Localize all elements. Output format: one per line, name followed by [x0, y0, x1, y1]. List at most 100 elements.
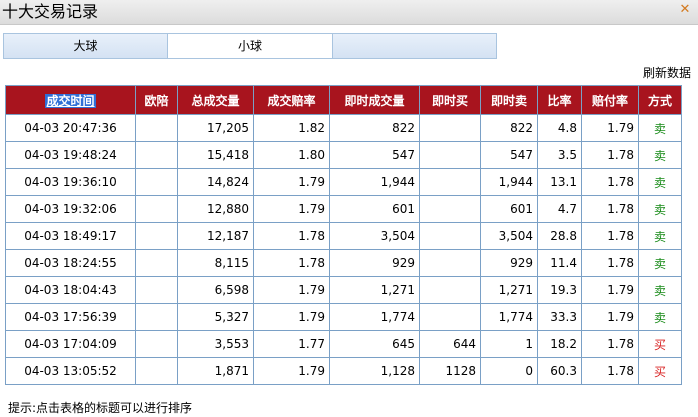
table-row: 04-03 19:32:06 12,880 1.79 601 601 4.7 1.78 卖: [5, 195, 682, 223]
cell-total: 6,598: [177, 276, 254, 304]
table-row: 04-03 17:56:39 5,327 1.79 1,774 1,774 33.3 1.7…: [5, 303, 682, 331]
cell-ratio: 28.8: [537, 222, 582, 250]
cell-payout: 1.78: [581, 222, 639, 250]
cell-total: 17,205: [177, 114, 254, 142]
cell-buy: [419, 141, 481, 169]
cell-time: 04-03 19:32:06: [5, 195, 136, 223]
column-header[interactable]: 欧陪: [135, 85, 178, 115]
cell-buy: [419, 249, 481, 277]
cell-odds: [135, 141, 178, 169]
cell-total: 8,115: [177, 249, 254, 277]
cell-way: 买: [638, 357, 682, 385]
window-title: 十大交易记录: [2, 2, 99, 21]
cell-payout: 1.78: [581, 141, 639, 169]
column-header[interactable]: 方式: [638, 85, 682, 115]
refresh-link[interactable]: 刷新数据: [643, 64, 691, 81]
cell-way: 卖: [638, 303, 682, 331]
column-header-label: 即时买: [431, 93, 468, 108]
title-bar: 十大交易记录 ✕: [0, 0, 698, 25]
cell-sell: 0: [480, 357, 538, 385]
column-header-label: 即时成交量: [344, 93, 405, 108]
cell-way: 卖: [638, 195, 682, 223]
column-header-label: 成交赔率: [267, 93, 316, 108]
column-header-label: 即时卖: [490, 93, 527, 108]
column-header-label: 方式: [647, 93, 672, 108]
cell-total: 12,187: [177, 222, 254, 250]
cell-way: 卖: [638, 249, 682, 277]
tab-over[interactable]: 大球: [4, 34, 168, 58]
cell-time: 04-03 18:49:17: [5, 222, 136, 250]
cell-ratio: 4.8: [537, 114, 582, 142]
cell-rate: 1.82: [253, 114, 330, 142]
column-header[interactable]: 总成交量: [177, 85, 254, 115]
column-header[interactable]: 即时卖: [480, 85, 538, 115]
column-header[interactable]: 即时买: [419, 85, 481, 115]
column-header[interactable]: 成交时间: [5, 85, 136, 115]
cell-instant: 601: [329, 195, 420, 223]
cell-ratio: 4.7: [537, 195, 582, 223]
tab-empty[interactable]: [333, 34, 496, 58]
cell-payout: 1.79: [581, 303, 639, 331]
cell-time: 04-03 19:36:10: [5, 168, 136, 196]
cell-total: 3,553: [177, 330, 254, 358]
column-header-label: 比率: [547, 93, 572, 108]
table-row: 04-03 13:05:52 1,871 1.79 1,128 1128 0 60.3 1.7…: [5, 357, 682, 385]
cell-odds: [135, 357, 178, 385]
cell-ratio: 33.3: [537, 303, 582, 331]
cell-sell: 547: [480, 141, 538, 169]
cell-sell: 822: [480, 114, 538, 142]
cell-rate: 1.79: [253, 195, 330, 223]
column-header-label: 赔付率: [591, 93, 628, 108]
cell-time: 04-03 19:48:24: [5, 141, 136, 169]
cell-instant: 1,271: [329, 276, 420, 304]
cell-ratio: 11.4: [537, 249, 582, 277]
cell-ratio: 60.3: [537, 357, 582, 385]
cell-way: 卖: [638, 222, 682, 250]
cell-rate: 1.80: [253, 141, 330, 169]
cell-odds: [135, 114, 178, 142]
cell-payout: 1.78: [581, 168, 639, 196]
table-row: 04-03 19:36:10 14,824 1.79 1,944 1,944 13.1 1.…: [5, 168, 682, 196]
cell-buy: [419, 195, 481, 223]
cell-instant: 929: [329, 249, 420, 277]
cell-instant: 645: [329, 330, 420, 358]
column-header[interactable]: 赔付率: [581, 85, 639, 115]
cell-buy: [419, 303, 481, 331]
cell-payout: 1.79: [581, 276, 639, 304]
table-row: 04-03 18:24:55 8,115 1.78 929 929 11.4 1.78 卖: [5, 249, 682, 277]
cell-instant: 1,774: [329, 303, 420, 331]
table-row: 04-03 18:49:17 12,187 1.78 3,504 3,504 28.8 1.…: [5, 222, 682, 250]
table-row: 04-03 19:48:24 15,418 1.80 547 547 3.5 1.78 卖: [5, 141, 682, 169]
hint-text: 提示:点击表格的标题可以进行排序: [8, 401, 193, 415]
column-header[interactable]: 比率: [537, 85, 582, 115]
tab-under[interactable]: 小球: [168, 34, 333, 58]
cell-buy: [419, 168, 481, 196]
close-icon[interactable]: ✕: [678, 3, 692, 17]
cell-buy: [419, 276, 481, 304]
cell-buy: [419, 114, 481, 142]
cell-buy: 1128: [419, 357, 481, 385]
tab-bar: 大球 小球: [3, 33, 497, 59]
cell-way: 卖: [638, 141, 682, 169]
cell-time: 04-03 18:04:43: [5, 276, 136, 304]
cell-odds: [135, 168, 178, 196]
cell-rate: 1.79: [253, 357, 330, 385]
cell-time: 04-03 18:24:55: [5, 249, 136, 277]
column-header-label: 欧陪: [144, 93, 169, 108]
cell-instant: 1,128: [329, 357, 420, 385]
cell-odds: [135, 222, 178, 250]
cell-sell: 929: [480, 249, 538, 277]
cell-buy: [419, 222, 481, 250]
column-header[interactable]: 即时成交量: [329, 85, 420, 115]
table-row: 04-03 17:04:09 3,553 1.77 645 644 1 18.2 1.78 买: [5, 330, 682, 358]
cell-rate: 1.78: [253, 249, 330, 277]
cell-way: 卖: [638, 114, 682, 142]
table-row: 04-03 18:04:43 6,598 1.79 1,271 1,271 19.3 1.7…: [5, 276, 682, 304]
column-header[interactable]: 成交赔率: [253, 85, 330, 115]
cell-way: 卖: [638, 276, 682, 304]
cell-way: 买: [638, 330, 682, 358]
trade-table: 成交时间 欧陪 总成交量 成交赔率 即时成交量 即时买 即时卖 比率 赔付率 方式 04-03 2…: [5, 85, 682, 385]
table-body: 04-03 20:47:36 17,205 1.82 822 822 4.8 1.79 卖 04…: [5, 114, 682, 385]
cell-total: 12,880: [177, 195, 254, 223]
cell-sell: 1,271: [480, 276, 538, 304]
